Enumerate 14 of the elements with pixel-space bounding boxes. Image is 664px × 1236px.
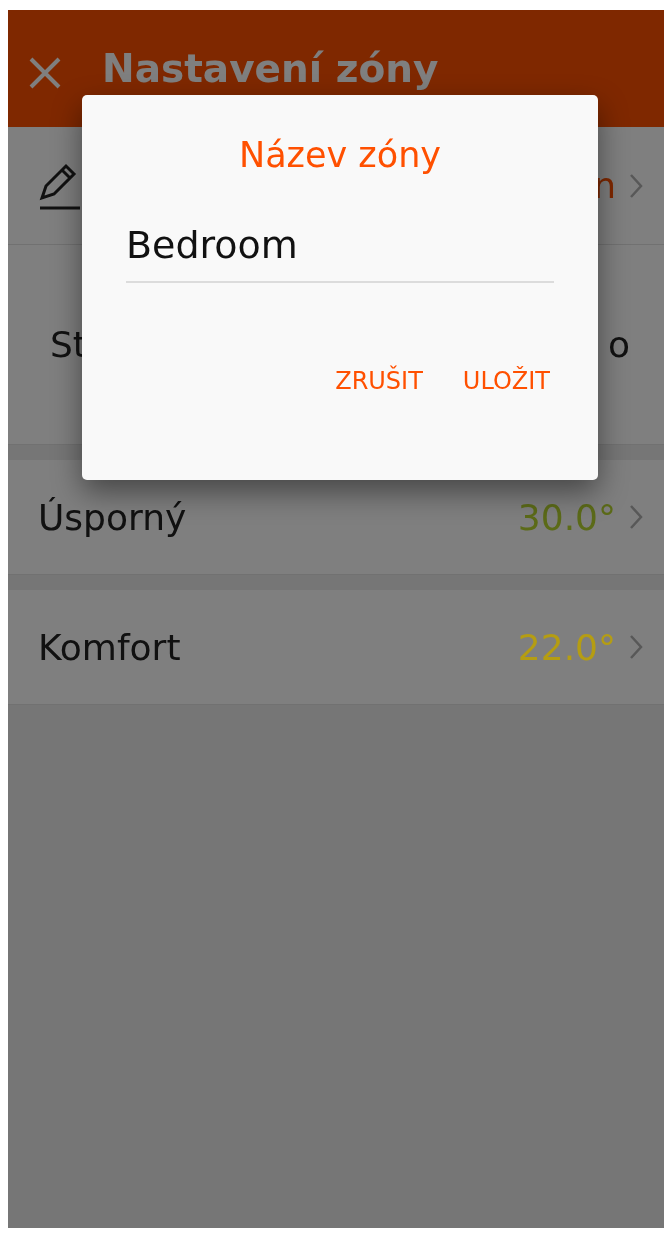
screen-title: Nastavení zóny: [102, 46, 439, 91]
chevron-icon: [628, 503, 644, 531]
dialog-button[interactable]: ULOŽIT: [462, 363, 550, 399]
dialog-button[interactable]: ZRUŠIT: [335, 363, 423, 399]
dialog-title: Název zóny: [237, 135, 443, 175]
temperature-value: 30.0°: [517, 496, 616, 538]
chevron-icon: [628, 633, 644, 661]
input-field[interactable]: Bedroom: [126, 223, 554, 283]
row-label: Komfort: [38, 626, 182, 668]
temperature-value: 22.0°: [517, 626, 616, 668]
row-label: Úsporný: [38, 496, 188, 538]
close-icon[interactable]: [28, 55, 62, 90]
pencil-icon: [38, 161, 82, 210]
row-value: o: [607, 324, 630, 365]
